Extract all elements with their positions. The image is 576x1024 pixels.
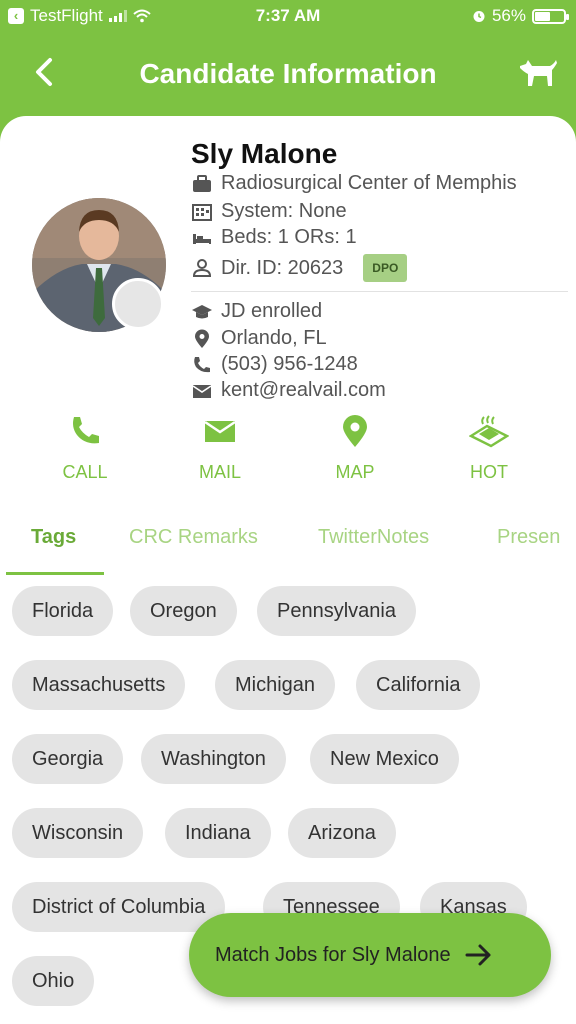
tab-twitter-notes[interactable]: TwitterNotes	[318, 526, 429, 549]
hot-icon	[469, 415, 509, 448]
candidate-name: Sly Malone	[191, 138, 338, 169]
tag-chip[interactable]: Wisconsin	[12, 808, 144, 858]
system-label: System: None	[221, 200, 347, 222]
beds-label: Beds: 1 ORs: 1	[221, 226, 357, 248]
tab-bar: Tags CRC Remarks TwitterNotes Presen	[0, 512, 576, 576]
email-address[interactable]: kent@realvail.com	[221, 379, 386, 402]
nav-bar: Candidate Information	[0, 34, 576, 114]
page-title: Candidate Information	[139, 58, 437, 89]
dpo-badge: DPO	[363, 254, 408, 282]
tag-chip[interactable]: Arizona	[288, 808, 396, 858]
hot-label: HOT	[470, 462, 508, 482]
mail-label: MAIL	[198, 462, 241, 482]
building-icon	[192, 203, 212, 221]
action-bar: CALL MAIL MAP HOT	[0, 414, 576, 494]
email-row[interactable]: kent@realvail.com	[191, 379, 386, 402]
phone-icon	[194, 356, 210, 372]
mail-button[interactable]: MAIL	[170, 414, 270, 483]
battery-icon	[532, 8, 569, 24]
bed-icon	[193, 233, 211, 244]
location-label: Orlando, FL	[221, 327, 327, 349]
tab-presentations[interactable]: Presen	[497, 526, 560, 549]
hot-button[interactable]: HOT	[439, 414, 539, 483]
briefcase-icon	[193, 174, 211, 192]
dir-id-label: Dir. ID: 20623	[221, 256, 344, 279]
mail-icon	[204, 420, 236, 442]
dir-id-row: Dir. ID: 20623 DPO	[191, 254, 408, 282]
dog-icon[interactable]	[516, 54, 560, 90]
status-right: 56%	[472, 6, 569, 26]
avatar-status-badge	[112, 278, 164, 330]
tag-chip[interactable]: District of Columbia	[12, 882, 226, 932]
call-label: CALL	[62, 462, 108, 482]
tag-chip[interactable]: Michigan	[215, 660, 336, 710]
call-button[interactable]: CALL	[35, 414, 135, 483]
tab-crc-remarks[interactable]: CRC Remarks	[129, 526, 258, 549]
battery-percent: 56%	[491, 6, 526, 25]
tag-chip[interactable]: Georgia	[12, 734, 124, 784]
phone-number[interactable]: (503) 956-1248	[221, 353, 358, 376]
map-label: MAP	[335, 462, 375, 482]
map-button[interactable]: MAP	[305, 414, 405, 483]
tab-tags[interactable]: Tags	[31, 526, 76, 549]
tag-chip[interactable]: Indiana	[165, 808, 271, 858]
tag-chip[interactable]: Florida	[12, 586, 114, 636]
facility-row: Radiosurgical Center of Memphis	[191, 172, 517, 195]
beds-row: Beds: 1 ORs: 1	[191, 226, 357, 249]
education-row: JD enrolled	[191, 300, 322, 323]
tag-chip[interactable]: Ohio	[12, 956, 95, 1006]
education-label: JD enrolled	[221, 300, 323, 322]
location-row: Orlando, FL	[191, 327, 327, 350]
match-jobs-label: Match Jobs for Sly Malone	[215, 943, 451, 966]
location-pin-icon	[195, 329, 209, 348]
map-pin-icon	[343, 415, 367, 447]
system-row: System: None	[191, 200, 347, 223]
candidate-card: Sly Malone Radiosurgical Center of Memph…	[0, 116, 576, 1024]
tag-chip[interactable]: Oregon	[130, 586, 237, 636]
tag-chip[interactable]: Washington	[141, 734, 286, 784]
divider	[191, 291, 568, 292]
alarm-icon	[473, 11, 485, 22]
tag-chip[interactable]: Massachusetts	[12, 660, 186, 710]
status-bar: ‹ TestFlight 7:37 AM 56%	[0, 0, 576, 34]
email-icon	[192, 384, 212, 398]
phone-icon	[73, 417, 99, 444]
active-tab-indicator	[6, 572, 104, 575]
tag-chip[interactable]: California	[356, 660, 481, 710]
tag-chip[interactable]: New Mexico	[310, 734, 459, 784]
facility-name: Radiosurgical Center of Memphis	[221, 172, 517, 194]
person-icon	[192, 259, 212, 277]
arrow-right-icon	[465, 944, 491, 966]
tag-chip[interactable]: Pennsylvania	[257, 586, 416, 636]
phone-row[interactable]: (503) 956-1248	[191, 353, 358, 376]
graduation-cap-icon	[192, 304, 212, 318]
match-jobs-button[interactable]: Match Jobs for Sly Malone	[189, 913, 551, 997]
